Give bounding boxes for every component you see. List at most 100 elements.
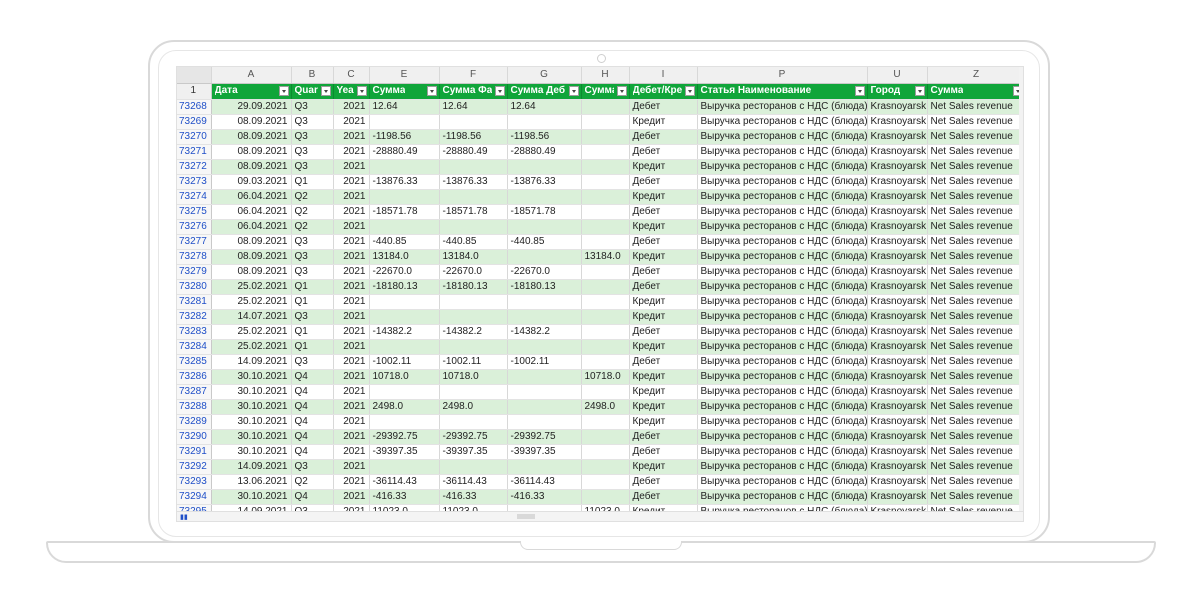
table-cell[interactable] [369,159,440,175]
table-cell[interactable]: -416.33 [439,489,508,505]
row-number[interactable]: 73283 [177,324,212,340]
table-cell[interactable]: Дебет [629,174,698,190]
table-cell[interactable]: Net Sales revenue [927,99,1023,115]
table-cell[interactable]: Кредит [629,459,698,475]
table-cell[interactable]: Krasnoyarsk [867,384,928,400]
table-cell[interactable]: Q3 [291,459,334,475]
table-cell[interactable]: -13876.33 [507,174,582,190]
table-cell[interactable]: 25.02.2021 [211,294,292,310]
row-number[interactable]: 73287 [177,384,212,400]
column-header[interactable]: Year [333,83,370,100]
table-cell[interactable]: Net Sales revenue [927,189,1023,205]
table-cell[interactable]: Q1 [291,324,334,340]
table-cell[interactable] [581,129,630,145]
table-cell[interactable]: Krasnoyarsk [867,294,928,310]
row-number[interactable]: 73276 [177,219,212,235]
filter-dropdown-icon[interactable] [616,85,627,96]
table-cell[interactable]: -18180.13 [507,279,582,295]
table-cell[interactable]: Выручка ресторанов с НДС (блюда) [697,384,868,400]
column-letter[interactable]: G [507,67,582,84]
table-cell[interactable]: 25.02.2021 [211,324,292,340]
table-cell[interactable]: Дебет [629,354,698,370]
table-cell[interactable]: Krasnoyarsk [867,249,928,265]
table-cell[interactable]: 2021 [333,384,370,400]
table-cell[interactable]: Выручка ресторанов с НДС (блюда) [697,489,868,505]
table-cell[interactable] [369,339,440,355]
table-cell[interactable]: -18180.13 [369,279,440,295]
row-number[interactable]: 73289 [177,414,212,430]
table-cell[interactable]: Выручка ресторанов с НДС (блюда) [697,414,868,430]
table-cell[interactable]: Выручка ресторанов с НДС (блюда) [697,234,868,250]
table-cell[interactable]: 06.04.2021 [211,204,292,220]
table-cell[interactable]: Кредит [629,309,698,325]
table-cell[interactable]: 30.10.2021 [211,489,292,505]
table-cell[interactable]: 2021 [333,294,370,310]
table-cell[interactable] [439,384,508,400]
table-cell[interactable] [581,99,630,115]
table-cell[interactable]: 13184.0 [581,249,630,265]
table-cell[interactable]: Q3 [291,234,334,250]
row-number[interactable]: 73275 [177,204,212,220]
table-cell[interactable]: Дебет [629,489,698,505]
table-cell[interactable]: Выручка ресторанов с НДС (блюда) [697,129,868,145]
table-cell[interactable]: Дебет [629,264,698,280]
row-number[interactable]: 73293 [177,474,212,490]
table-cell[interactable]: Krasnoyarsk [867,429,928,445]
table-cell[interactable]: 2021 [333,234,370,250]
table-cell[interactable]: Q1 [291,294,334,310]
filter-dropdown-icon[interactable] [356,85,367,96]
table-cell[interactable] [507,219,582,235]
table-cell[interactable] [581,429,630,445]
table-cell[interactable]: 2498.0 [581,399,630,415]
table-cell[interactable]: Q1 [291,174,334,190]
table-cell[interactable]: -416.33 [507,489,582,505]
column-header[interactable]: Сумма [927,83,1023,100]
table-cell[interactable]: Выручка ресторанов с НДС (блюда) [697,114,868,130]
table-cell[interactable]: -36114.43 [439,474,508,490]
table-cell[interactable]: 2021 [333,129,370,145]
table-cell[interactable]: -22670.0 [369,264,440,280]
table-cell[interactable]: Кредит [629,189,698,205]
row-number[interactable]: 73291 [177,444,212,460]
row-number[interactable]: 73274 [177,189,212,205]
column-header[interactable]: Сумма [581,83,630,100]
table-cell[interactable]: Дебет [629,99,698,115]
table-cell[interactable]: Q3 [291,309,334,325]
table-cell[interactable] [507,369,582,385]
table-cell[interactable]: Кредит [629,339,698,355]
table-cell[interactable]: 2021 [333,219,370,235]
table-cell[interactable]: 2021 [333,279,370,295]
table-cell[interactable]: Q4 [291,414,334,430]
table-cell[interactable]: 2021 [333,399,370,415]
column-letter[interactable]: C [333,67,370,84]
table-cell[interactable] [369,459,440,475]
vertical-scrollbar[interactable] [1019,67,1023,521]
table-cell[interactable]: Выручка ресторанов с НДС (блюда) [697,354,868,370]
table-cell[interactable]: 29.09.2021 [211,99,292,115]
table-cell[interactable]: Выручка ресторанов с НДС (блюда) [697,429,868,445]
table-cell[interactable]: 13.06.2021 [211,474,292,490]
table-cell[interactable]: 09.03.2021 [211,174,292,190]
table-cell[interactable]: 14.07.2021 [211,309,292,325]
table-cell[interactable]: 12.64 [369,99,440,115]
table-cell[interactable] [507,189,582,205]
table-cell[interactable]: -1002.11 [507,354,582,370]
row-number[interactable]: 73269 [177,114,212,130]
table-cell[interactable]: Krasnoyarsk [867,474,928,490]
table-cell[interactable]: 30.10.2021 [211,414,292,430]
table-cell[interactable]: Krasnoyarsk [867,99,928,115]
sheet-nav-icon[interactable]: ▮▮ [180,513,188,521]
table-cell[interactable]: 12.64 [507,99,582,115]
table-cell[interactable]: -36114.43 [369,474,440,490]
table-cell[interactable] [507,459,582,475]
table-cell[interactable]: 2021 [333,144,370,160]
table-cell[interactable]: Net Sales revenue [927,399,1023,415]
table-cell[interactable]: Q2 [291,189,334,205]
table-cell[interactable]: Krasnoyarsk [867,444,928,460]
table-cell[interactable] [369,114,440,130]
table-cell[interactable] [439,339,508,355]
table-cell[interactable]: 2021 [333,174,370,190]
table-cell[interactable] [581,414,630,430]
table-cell[interactable]: Выручка ресторанов с НДС (блюда) [697,444,868,460]
row-number[interactable]: 73285 [177,354,212,370]
